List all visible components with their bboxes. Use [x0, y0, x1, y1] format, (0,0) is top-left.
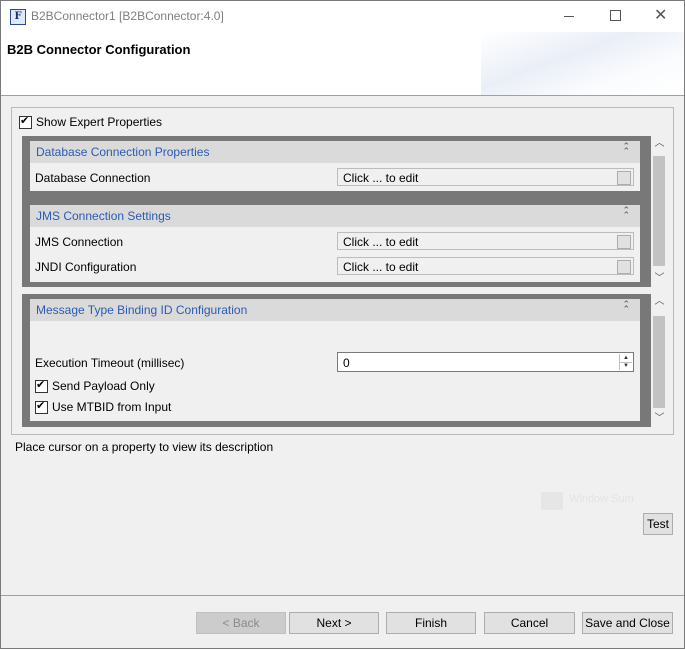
- lower-scrollbar[interactable]: ︿ ﹀: [651, 294, 668, 427]
- jms-section-header[interactable]: JMS Connection Settings ⌃ ⌃: [30, 205, 640, 227]
- scroll-up-icon[interactable]: ︿: [651, 136, 668, 152]
- collapse-icon[interactable]: ⌃ ⌃: [622, 205, 630, 227]
- execution-timeout-value: 0: [343, 356, 350, 370]
- spinner-buttons: ▲ ▼: [619, 354, 632, 370]
- test-button[interactable]: Test: [643, 513, 673, 535]
- upper-scrollbar[interactable]: ︿ ﹀: [651, 136, 668, 287]
- cancel-button[interactable]: Cancel: [484, 612, 575, 634]
- jms-connection-value: Click ... to edit: [343, 235, 419, 249]
- mtb-section-header[interactable]: Message Type Binding ID Configuration ⌃ ⌃: [30, 299, 640, 321]
- execution-timeout-input[interactable]: 0 ▲ ▼: [337, 352, 634, 372]
- jms-properties: JMS Connection Click ... to edit JNDI Co…: [30, 227, 640, 282]
- property-description: Place cursor on a property to view its d…: [15, 440, 274, 454]
- use-mtbid-checkbox[interactable]: ✔: [35, 399, 48, 414]
- mtb-section-title: Message Type Binding ID Configuration: [36, 303, 248, 317]
- wizard-header: B2B Connector Configuration: [1, 32, 684, 96]
- mtb-group: Message Type Binding ID Configuration ⌃ ⌃…: [22, 294, 652, 427]
- show-expert-checkbox[interactable]: ✔: [19, 114, 32, 129]
- maximize-button[interactable]: [592, 1, 638, 32]
- scroll-down-icon[interactable]: ﹀: [651, 411, 668, 427]
- close-button[interactable]: ✕: [638, 1, 684, 32]
- use-mtbid-from-input[interactable]: ✔ Use MTBID from Input: [35, 400, 171, 414]
- collapse-icon[interactable]: ⌃ ⌃: [622, 141, 630, 163]
- db-section-header[interactable]: Database Connection Properties ⌃ ⌃: [30, 141, 640, 163]
- spin-down-icon[interactable]: ▼: [620, 362, 632, 370]
- dialog-window: F B2BConnector1 [B2BConnector:4.0] ✕ B2B…: [0, 0, 685, 649]
- app-icon: F: [10, 9, 26, 25]
- jms-connection-edit-button[interactable]: [617, 235, 631, 249]
- header-decoration: [481, 32, 684, 95]
- next-button[interactable]: Next >: [289, 612, 379, 634]
- save-and-close-button[interactable]: Save and Close: [582, 612, 673, 634]
- collapse-icon[interactable]: ⌃ ⌃: [622, 299, 630, 321]
- minimize-button[interactable]: [546, 1, 592, 32]
- db-connection-value: Click ... to edit: [343, 171, 419, 185]
- db-section-title: Database Connection Properties: [36, 145, 210, 159]
- mtb-properties: Execution Timeout (millisec) 0 ▲ ▼ ✔ Sen…: [30, 321, 640, 421]
- show-expert-label: Show Expert Properties: [36, 115, 163, 129]
- lower-scroll-thumb[interactable]: [653, 316, 665, 408]
- upper-scroll-thumb[interactable]: [653, 156, 665, 266]
- page-title: B2B Connector Configuration: [7, 42, 191, 57]
- db-connection-field[interactable]: Click ... to edit: [337, 168, 634, 186]
- jndi-configuration-field[interactable]: Click ... to edit: [337, 257, 634, 275]
- title-bar[interactable]: F B2BConnector1 [B2BConnector:4.0] ✕: [1, 1, 684, 32]
- jndi-configuration-edit-button[interactable]: [617, 260, 631, 274]
- maximize-icon: [610, 10, 621, 21]
- execution-timeout-label: Execution Timeout (millisec): [35, 356, 185, 370]
- watermark-icon: [541, 492, 563, 510]
- back-button[interactable]: < Back: [196, 612, 286, 634]
- db-connection-label: Database Connection: [35, 171, 151, 185]
- checkmark-icon: ✔: [20, 114, 30, 127]
- send-payload-checkbox[interactable]: ✔: [35, 378, 48, 393]
- jndi-configuration-label: JNDI Configuration: [35, 260, 137, 274]
- use-mtbid-label: Use MTBID from Input: [52, 400, 172, 414]
- window-title: B2BConnector1 [B2BConnector:4.0]: [31, 9, 224, 23]
- send-payload-label: Send Payload Only: [52, 379, 155, 393]
- minimize-icon: [564, 16, 574, 17]
- db-properties: Database Connection Click ... to edit: [30, 163, 640, 191]
- jms-connection-label: JMS Connection: [35, 235, 124, 249]
- connection-group: Database Connection Properties ⌃ ⌃ Databa…: [22, 136, 652, 287]
- jms-connection-field[interactable]: Click ... to edit: [337, 232, 634, 250]
- properties-panel: ✔ Show Expert Properties Database Connec…: [11, 107, 674, 435]
- jndi-configuration-value: Click ... to edit: [343, 260, 419, 274]
- scroll-down-icon[interactable]: ﹀: [651, 271, 668, 287]
- scroll-up-icon[interactable]: ︿: [651, 294, 668, 310]
- checkmark-icon: ✔: [36, 378, 46, 391]
- footer-separator: [1, 595, 684, 596]
- checkmark-icon: ✔: [36, 399, 46, 412]
- watermark-text: Window Sum: [569, 493, 634, 505]
- close-icon: ✕: [654, 7, 668, 24]
- jms-section-title: JMS Connection Settings: [36, 209, 171, 223]
- show-expert-properties[interactable]: ✔ Show Expert Properties: [19, 115, 162, 129]
- send-payload-only[interactable]: ✔ Send Payload Only: [35, 379, 155, 393]
- finish-button[interactable]: Finish: [386, 612, 476, 634]
- db-connection-edit-button[interactable]: [617, 171, 631, 185]
